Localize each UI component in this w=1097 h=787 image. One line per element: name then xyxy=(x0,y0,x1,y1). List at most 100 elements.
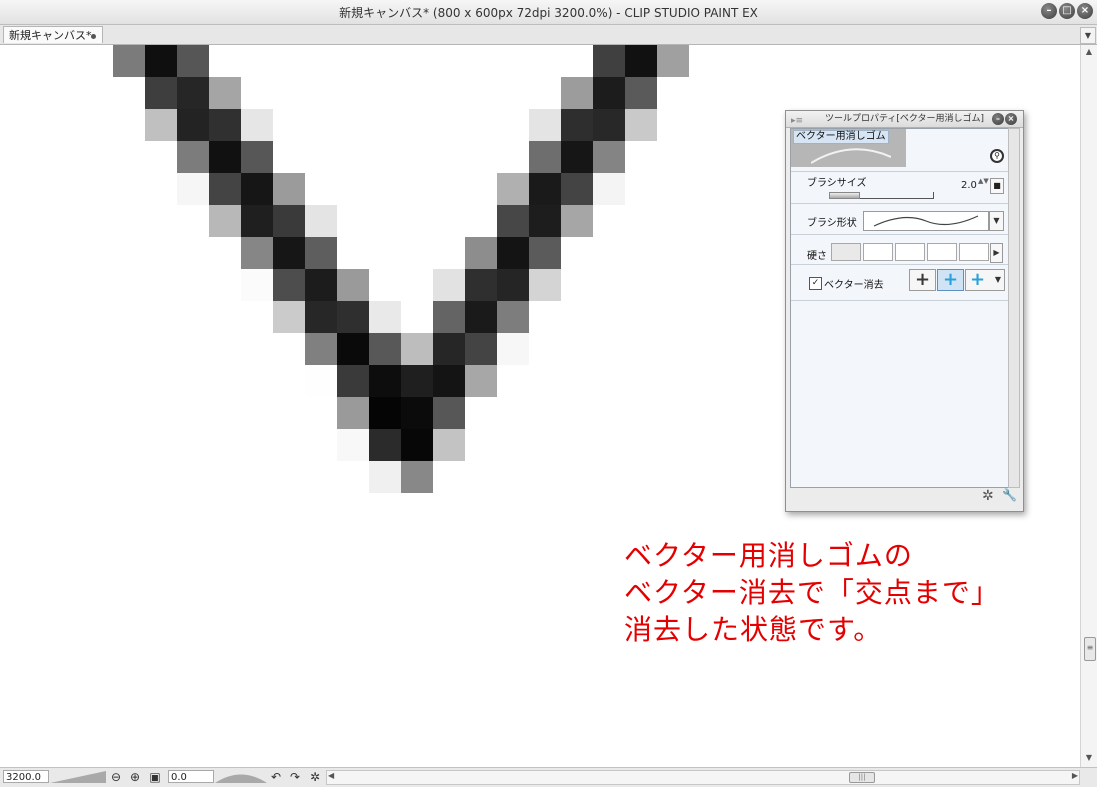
annotation-text: ベクター用消しゴムの ベクター消去で「交点まで」 消去した状態です。 xyxy=(624,537,1000,648)
tab-list-dropdown[interactable]: ▼ xyxy=(1080,27,1096,44)
canvas-pixel xyxy=(433,269,465,301)
canvas-pixel xyxy=(561,77,593,109)
canvas-pixel xyxy=(625,45,657,77)
vector-erase-label: ベクター消去 xyxy=(824,280,884,291)
hardness-next-button[interactable]: ▶ xyxy=(990,243,1003,263)
zoom-out-icon[interactable]: ⊖ xyxy=(108,769,124,785)
panel-minimize-button[interactable]: – xyxy=(992,113,1004,125)
zoom-in-icon[interactable]: ⊕ xyxy=(127,769,143,785)
brush-size-preset-button[interactable]: ■ xyxy=(990,178,1004,194)
hardness-level-cell[interactable] xyxy=(831,243,861,261)
canvas-pixel xyxy=(369,365,401,397)
stroke-preview-icon xyxy=(811,148,891,164)
brush-size-label: ブラシサイズ xyxy=(807,178,867,189)
fit-view-icon[interactable]: ▣ xyxy=(147,769,163,785)
horizontal-scroll-thumb[interactable]: ||| xyxy=(849,772,875,783)
canvas-pixel xyxy=(593,173,625,205)
canvas-pixel xyxy=(529,237,561,269)
canvas-pixel xyxy=(369,461,401,493)
brush-size-slider[interactable] xyxy=(829,192,934,199)
minimize-button[interactable]: – xyxy=(1041,3,1057,19)
panel-title-bar[interactable]: ▸≡ ツールプロパティ[ベクター用消しゴム] – × xyxy=(786,111,1023,128)
maximize-button[interactable]: □ xyxy=(1059,3,1075,19)
wrench-icon[interactable]: 🔧 xyxy=(1002,488,1017,502)
horizontal-scrollbar[interactable]: ◀ ||| ▶ xyxy=(326,770,1080,785)
canvas-pixel xyxy=(305,269,337,301)
canvas-pixel xyxy=(401,365,433,397)
canvas-pixel xyxy=(337,397,369,429)
canvas-pixel xyxy=(465,237,497,269)
canvas-pixel xyxy=(241,237,273,269)
canvas-pixel xyxy=(241,173,273,205)
hardness-level-cell[interactable] xyxy=(895,243,925,261)
mode-dropdown-icon[interactable]: ▼ xyxy=(995,270,1001,290)
rotation-input[interactable]: 0.0 xyxy=(168,770,214,783)
canvas-pixel xyxy=(273,173,305,205)
canvas-pixel xyxy=(625,109,657,141)
hardness-level-cell[interactable] xyxy=(959,243,989,261)
canvas-pixel xyxy=(177,109,209,141)
status-bar: 3200.0 ⊖ ⊕ ▣ 0.0 ↶ ↷ ✲ ◀ ||| ▶ xyxy=(0,767,1097,787)
panel-scrollbar[interactable] xyxy=(1008,128,1020,488)
hardness-level-cell[interactable] xyxy=(863,243,893,261)
canvas-pixel xyxy=(145,45,177,77)
mode-plus-icon: + xyxy=(942,269,959,290)
canvas-pixel xyxy=(497,269,529,301)
canvas-pixel xyxy=(145,77,177,109)
sub-tool-detail-icon[interactable]: ⚲ xyxy=(990,149,1004,163)
canvas-pixel xyxy=(401,397,433,429)
rotation-slider[interactable] xyxy=(215,770,267,783)
panel-close-button[interactable]: × xyxy=(1005,113,1017,125)
brush-shape-selector[interactable] xyxy=(863,211,989,231)
brush-size-value[interactable]: 2.0 xyxy=(961,180,977,191)
vertical-scrollbar[interactable]: ▲ ≡ ▼ xyxy=(1080,45,1097,767)
panel-menu-icon[interactable]: ▸≡ xyxy=(791,113,803,129)
canvas-pixel xyxy=(241,141,273,173)
annotation-line-1: ベクター用消しゴムの xyxy=(624,539,913,572)
annotation-line-2: ベクター消去で「交点まで」 xyxy=(624,576,1000,609)
canvas-pixel xyxy=(529,205,561,237)
canvas-pixel xyxy=(433,333,465,365)
scroll-down-arrow-icon[interactable]: ▼ xyxy=(1083,753,1095,765)
close-button[interactable]: × xyxy=(1077,3,1093,19)
rotate-left-icon[interactable]: ↶ xyxy=(268,769,284,785)
canvas-pixel xyxy=(433,429,465,461)
erase-whole-line-button[interactable]: + ▼ xyxy=(965,269,1005,291)
zoom-input[interactable]: 3200.0 xyxy=(3,770,49,783)
vertical-scroll-thumb[interactable]: ≡ xyxy=(1084,637,1096,661)
canvas-pixel xyxy=(561,173,593,205)
scroll-left-arrow-icon[interactable]: ◀ xyxy=(328,771,334,780)
canvas-pixel xyxy=(369,397,401,429)
panel-body: ベクター用消しゴム ⚲ ブラシサイズ 2.0 ▲▼ ■ ブラシ形状 ▼ 硬さ ▶… xyxy=(790,128,1009,488)
vector-erase-checkbox[interactable]: ✓ xyxy=(809,277,822,290)
sub-tool-preview[interactable]: ベクター用消しゴム xyxy=(791,129,906,167)
canvas-pixel xyxy=(273,237,305,269)
canvas-pixel xyxy=(529,141,561,173)
canvas-pixel xyxy=(497,205,529,237)
unsaved-dot-icon xyxy=(91,34,96,39)
canvas-pixel xyxy=(465,301,497,333)
canvas-pixel xyxy=(625,77,657,109)
brush-size-spinner[interactable]: ▲▼ xyxy=(978,177,989,195)
canvas-pixel xyxy=(529,173,561,205)
scroll-right-arrow-icon[interactable]: ▶ xyxy=(1072,771,1078,780)
zoom-slider[interactable] xyxy=(50,770,106,783)
rotate-right-icon[interactable]: ↷ xyxy=(287,769,303,785)
canvas-pixel xyxy=(497,173,529,205)
erase-touched-area-button[interactable]: + xyxy=(909,269,936,291)
scroll-up-arrow-icon[interactable]: ▲ xyxy=(1083,47,1095,59)
canvas-pixel xyxy=(369,333,401,365)
canvas-pixel xyxy=(433,365,465,397)
reset-rotation-icon[interactable]: ✲ xyxy=(307,769,323,785)
vector-erase-row: ✓ ベクター消去 + + + ▼ xyxy=(791,264,1008,301)
canvas-pixel xyxy=(241,269,273,301)
tool-property-panel: ▸≡ ツールプロパティ[ベクター用消しゴム] – × ベクター用消しゴム ⚲ ブ… xyxy=(785,110,1024,512)
reset-settings-icon[interactable]: ✲ xyxy=(982,488,994,504)
canvas-pixel xyxy=(241,109,273,141)
canvas-pixel xyxy=(305,365,337,397)
erase-to-intersection-button[interactable]: + xyxy=(937,269,964,291)
tab-new-canvas[interactable]: 新規キャンバス* xyxy=(3,26,103,43)
hardness-level-cell[interactable] xyxy=(927,243,957,261)
canvas-pixel xyxy=(401,429,433,461)
brush-shape-dropdown[interactable]: ▼ xyxy=(989,211,1004,231)
